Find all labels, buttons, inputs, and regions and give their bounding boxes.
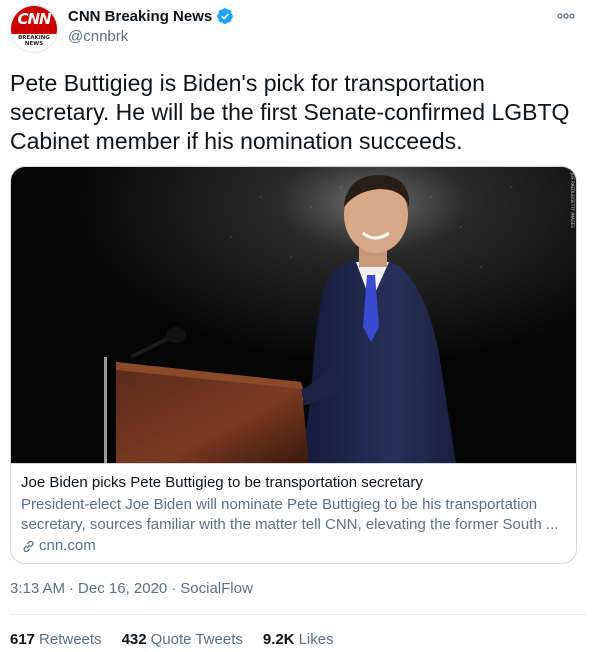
link-card[interactable]: JOE RAEDLE/GETTY IMAGES Joe Biden picks …	[10, 166, 577, 564]
card-domain[interactable]: cnn.com	[21, 536, 566, 556]
card-domain-text: cnn.com	[39, 537, 96, 554]
card-title[interactable]: Joe Biden picks Pete Buttigieg to be tra…	[21, 473, 566, 493]
retweets-stat[interactable]: 617 Retweets	[10, 631, 102, 648]
likes-stat[interactable]: 9.2K Likes	[263, 631, 334, 648]
likes-label: Likes	[298, 631, 334, 648]
likes-count: 9.2K	[262, 631, 295, 648]
quote-tweets-stat[interactable]: 432 Quote Tweets	[122, 631, 243, 648]
tweet-time[interactable]: 3:13 AM	[10, 580, 65, 597]
card-image[interactable]: JOE RAEDLE/GETTY IMAGES	[11, 167, 576, 463]
separator: ·	[171, 580, 177, 597]
separator: ·	[69, 580, 75, 597]
tweet-stats: 617 Retweets 432 Quote Tweets 9.2K Likes	[10, 631, 354, 648]
tweet-text: Pete Buttigieg is Biden's pick for trans…	[10, 69, 580, 156]
timestamp: 3:13 AM · Dec 16, 2020 · SocialFlow	[10, 580, 253, 597]
name-row: CNN Breaking News	[68, 7, 234, 25]
card-description: President-elect Joe Biden will nominate …	[21, 495, 566, 535]
cnn-logo-subtitle: BREAKING NEWS	[11, 35, 57, 47]
tweet-date[interactable]: Dec 16, 2020	[78, 580, 167, 597]
more-options-icon[interactable]	[556, 8, 576, 24]
quote-tweets-label: Quote Tweets	[150, 631, 243, 648]
card-description-line: secretary, sources familiar with the mat…	[21, 516, 559, 533]
tweet-source[interactable]: SocialFlow	[180, 580, 253, 597]
tweet-text-line: secretary. He will be the first Senate-c…	[10, 99, 570, 125]
link-icon	[23, 540, 34, 552]
tweet-text-line: Pete Buttigieg is Biden's pick for trans…	[10, 70, 485, 96]
retweets-count: 617	[10, 631, 36, 648]
tweet: CNN BREAKING NEWS CNN Breaking News @cnn…	[0, 0, 596, 652]
tweet-text-line: Cabinet member if his nomination succeed…	[10, 128, 463, 154]
verified-badge-icon	[217, 8, 234, 24]
quote-tweets-count: 432	[121, 631, 147, 648]
logo-sub-line-2: NEWS	[24, 41, 44, 47]
avatar[interactable]: CNN BREAKING NEWS	[10, 5, 58, 53]
cnn-logo-text: CNN	[17, 10, 51, 28]
display-name[interactable]: CNN Breaking News	[68, 8, 212, 25]
user-handle[interactable]: @cnnbrk	[68, 28, 128, 45]
card-meta[interactable]: Joe Biden picks Pete Buttigieg to be tra…	[11, 463, 576, 563]
retweets-label: Retweets	[39, 631, 102, 648]
divider	[10, 614, 586, 615]
image-watermark: JOE RAEDLE/GETTY IMAGES	[570, 172, 575, 228]
card-description-line: President-elect Joe Biden will nominate …	[21, 496, 538, 513]
